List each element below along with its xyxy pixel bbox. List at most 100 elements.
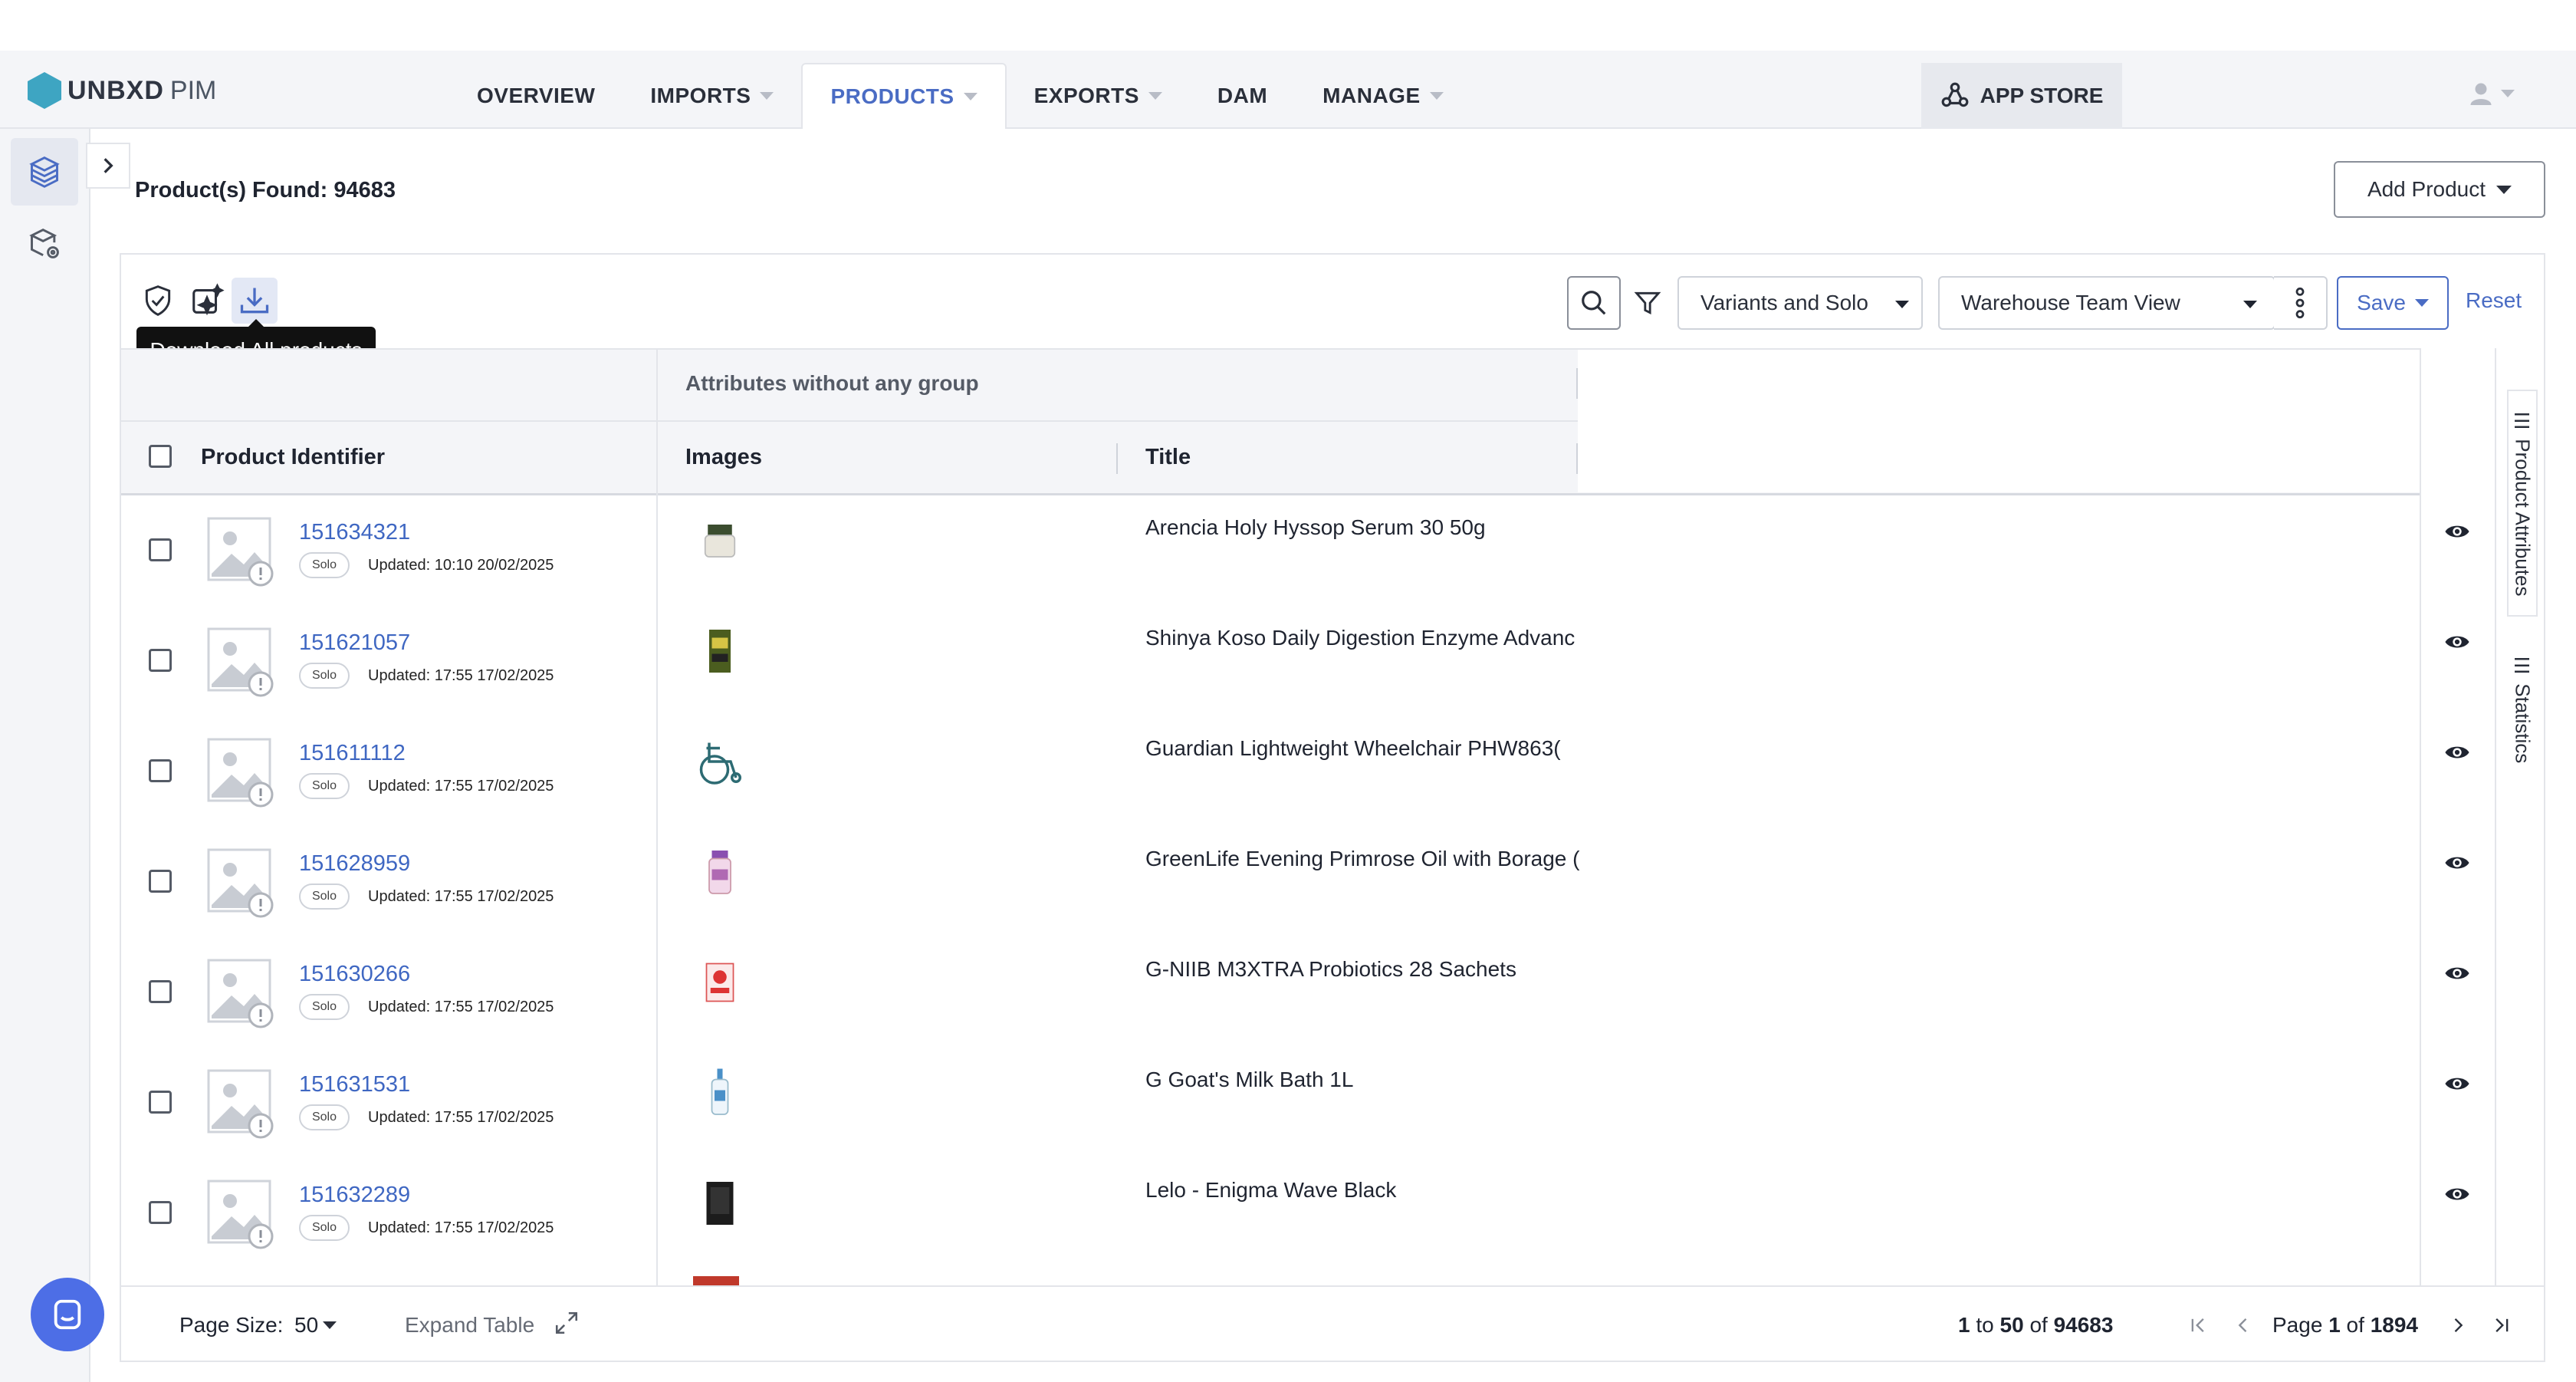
first-page-icon[interactable] — [2188, 1315, 2210, 1336]
view-eye-icon[interactable] — [2444, 739, 2470, 769]
brand-suffix: PIM — [169, 75, 217, 105]
column-resize-handle[interactable] — [1576, 368, 1578, 399]
chat-launcher-button[interactable] — [31, 1278, 104, 1351]
product-title: Guardian Lightweight Wheelchair PHW863( — [1145, 736, 1561, 760]
next-page-icon[interactable] — [2447, 1315, 2469, 1336]
nav-dam[interactable]: DAM — [1190, 63, 1295, 129]
row-checkbox[interactable] — [149, 980, 172, 1003]
row-checkbox[interactable] — [149, 649, 172, 672]
product-id-link[interactable]: 151632289 — [299, 1183, 410, 1208]
save-view-button[interactable]: Save — [2337, 276, 2449, 330]
product-image-partial — [693, 1276, 739, 1285]
range-of-word: of — [2029, 1313, 2048, 1337]
table-row[interactable]: 151634321 Solo Updated: 10:10 20/02/2025 Ar… — [121, 500, 2469, 610]
app-store-button[interactable]: APP STORE — [1921, 63, 2122, 129]
view-options-button[interactable] — [2274, 276, 2328, 330]
product-id-link[interactable]: 151630266 — [299, 962, 410, 987]
ai-enrich-button[interactable] — [184, 278, 230, 324]
select-all-checkbox[interactable] — [149, 445, 172, 468]
caret-down-icon — [963, 93, 978, 100]
product-title: Shinya Koso Daily Digestion Enzyme Advan… — [1145, 626, 1576, 650]
variant-filter-dropdown[interactable]: Variants and Solo — [1677, 276, 1923, 330]
column-header-identifier[interactable]: Product Identifier — [201, 445, 385, 470]
page-size-label: Page Size: — [179, 1313, 284, 1337]
row-checkbox[interactable] — [149, 1091, 172, 1114]
download-all-button[interactable] — [232, 278, 278, 324]
brand-logo[interactable]: UNBXD PIM — [28, 72, 216, 109]
add-product-button[interactable]: Add Product — [2334, 161, 2545, 218]
table-row[interactable]: 151621057 Solo Updated: 17:55 17/02/2025 Sh… — [121, 610, 2469, 721]
search-button[interactable] — [1567, 276, 1621, 330]
nav-exports[interactable]: EXPORTS — [1007, 63, 1190, 129]
row-checkbox[interactable] — [149, 870, 172, 893]
main-nav: OVERVIEW IMPORTS PRODUCTS EXPORTS DAM MA… — [449, 63, 1471, 129]
previous-page-icon[interactable] — [2233, 1315, 2254, 1336]
nav-imports[interactable]: IMPORTS — [623, 63, 801, 129]
range-to: 50 — [1999, 1313, 2024, 1337]
cube-settings-icon — [29, 229, 59, 258]
view-eye-icon[interactable] — [2444, 960, 2470, 990]
side-panel-divider — [2495, 348, 2496, 1285]
statistics-tab[interactable]: ☰ Statistics — [2507, 644, 2538, 775]
view-eye-icon[interactable] — [2444, 850, 2470, 880]
nav-manage[interactable]: MANAGE — [1295, 63, 1470, 129]
view-dropdown[interactable]: Warehouse Team View — [1938, 276, 2275, 330]
column-resize-handle[interactable] — [1576, 443, 1578, 474]
product-image[interactable] — [693, 1066, 747, 1120]
product-attributes-tab[interactable]: ☰ Product Attributes — [2507, 390, 2538, 617]
product-attributes-tab-label: ☰ Product Attributes — [2511, 410, 2535, 597]
updated-timestamp: Updated: 17:55 17/02/2025 — [368, 1219, 554, 1236]
row-checkbox[interactable] — [149, 759, 172, 782]
view-eye-icon[interactable] — [2444, 1071, 2470, 1101]
page-size-select[interactable]: 50 — [294, 1313, 337, 1338]
range-total: 94683 — [2053, 1313, 2114, 1337]
product-id-link[interactable]: 151631531 — [299, 1072, 410, 1097]
product-image[interactable] — [693, 735, 747, 788]
table-row[interactable]: 151631531 Solo Updated: 17:55 17/02/2025 G … — [121, 1052, 2469, 1163]
row-checkbox[interactable] — [149, 1201, 172, 1224]
product-id-link[interactable]: 151634321 — [299, 520, 410, 545]
product-image[interactable] — [693, 956, 747, 1009]
product-image[interactable] — [693, 514, 747, 568]
last-page-icon[interactable] — [2490, 1315, 2512, 1336]
nav-manage-label: MANAGE — [1322, 84, 1421, 107]
image-placeholder-icon — [207, 848, 276, 919]
range-from: 1 — [1958, 1313, 1970, 1337]
rail-secondary-button[interactable] — [11, 210, 78, 278]
column-resize-handle[interactable] — [1116, 443, 1118, 474]
nav-overview[interactable]: OVERVIEW — [449, 63, 623, 129]
column-header-title[interactable]: Title — [1145, 445, 1191, 470]
validate-button[interactable] — [135, 278, 181, 324]
table-row[interactable]: 151611112 Solo Updated: 17:55 17/02/2025 Gu… — [121, 721, 2469, 831]
table-row[interactable]: 151632289 Solo Updated: 17:55 17/02/2025 Le… — [121, 1163, 2469, 1273]
chat-icon — [54, 1299, 81, 1330]
product-id-link[interactable]: 151628959 — [299, 851, 410, 877]
table-row[interactable]: 151628959 Solo Updated: 17:55 17/02/2025 Gr… — [121, 831, 2469, 942]
product-image[interactable] — [693, 845, 747, 899]
expand-arrows-icon[interactable] — [554, 1310, 580, 1336]
product-type-badge: Solo — [299, 1104, 350, 1130]
filter-button[interactable] — [1628, 279, 1667, 327]
page-indicator: Page 1 of 1894 — [2272, 1313, 2418, 1338]
column-header-images[interactable]: Images — [685, 445, 762, 470]
view-eye-icon[interactable] — [2444, 518, 2470, 548]
rail-products-button[interactable] — [11, 138, 78, 206]
user-menu[interactable] — [2467, 80, 2515, 107]
row-checkbox[interactable] — [149, 538, 172, 561]
shield-check-icon — [145, 285, 171, 316]
nav-products[interactable]: PRODUCTS — [801, 63, 1007, 129]
expand-sidebar-button[interactable] — [86, 143, 130, 189]
table-row[interactable]: 151630266 Solo Updated: 17:55 17/02/2025 G-… — [121, 942, 2469, 1052]
expand-table-link[interactable]: Expand Table — [405, 1313, 534, 1338]
view-eye-icon[interactable] — [2444, 629, 2470, 659]
product-image[interactable] — [693, 1176, 747, 1230]
view-eye-icon[interactable] — [2444, 1181, 2470, 1211]
reset-link[interactable]: Reset — [2466, 288, 2522, 313]
product-image[interactable] — [693, 624, 747, 678]
product-title: Lelo - Enigma Wave Black — [1145, 1178, 1397, 1202]
product-type-badge: Solo — [299, 883, 350, 910]
product-id-link[interactable]: 151611112 — [299, 741, 406, 766]
chevron-down-icon — [2501, 90, 2515, 97]
product-id-link[interactable]: 151621057 — [299, 630, 410, 656]
image-placeholder-icon — [207, 1180, 276, 1250]
